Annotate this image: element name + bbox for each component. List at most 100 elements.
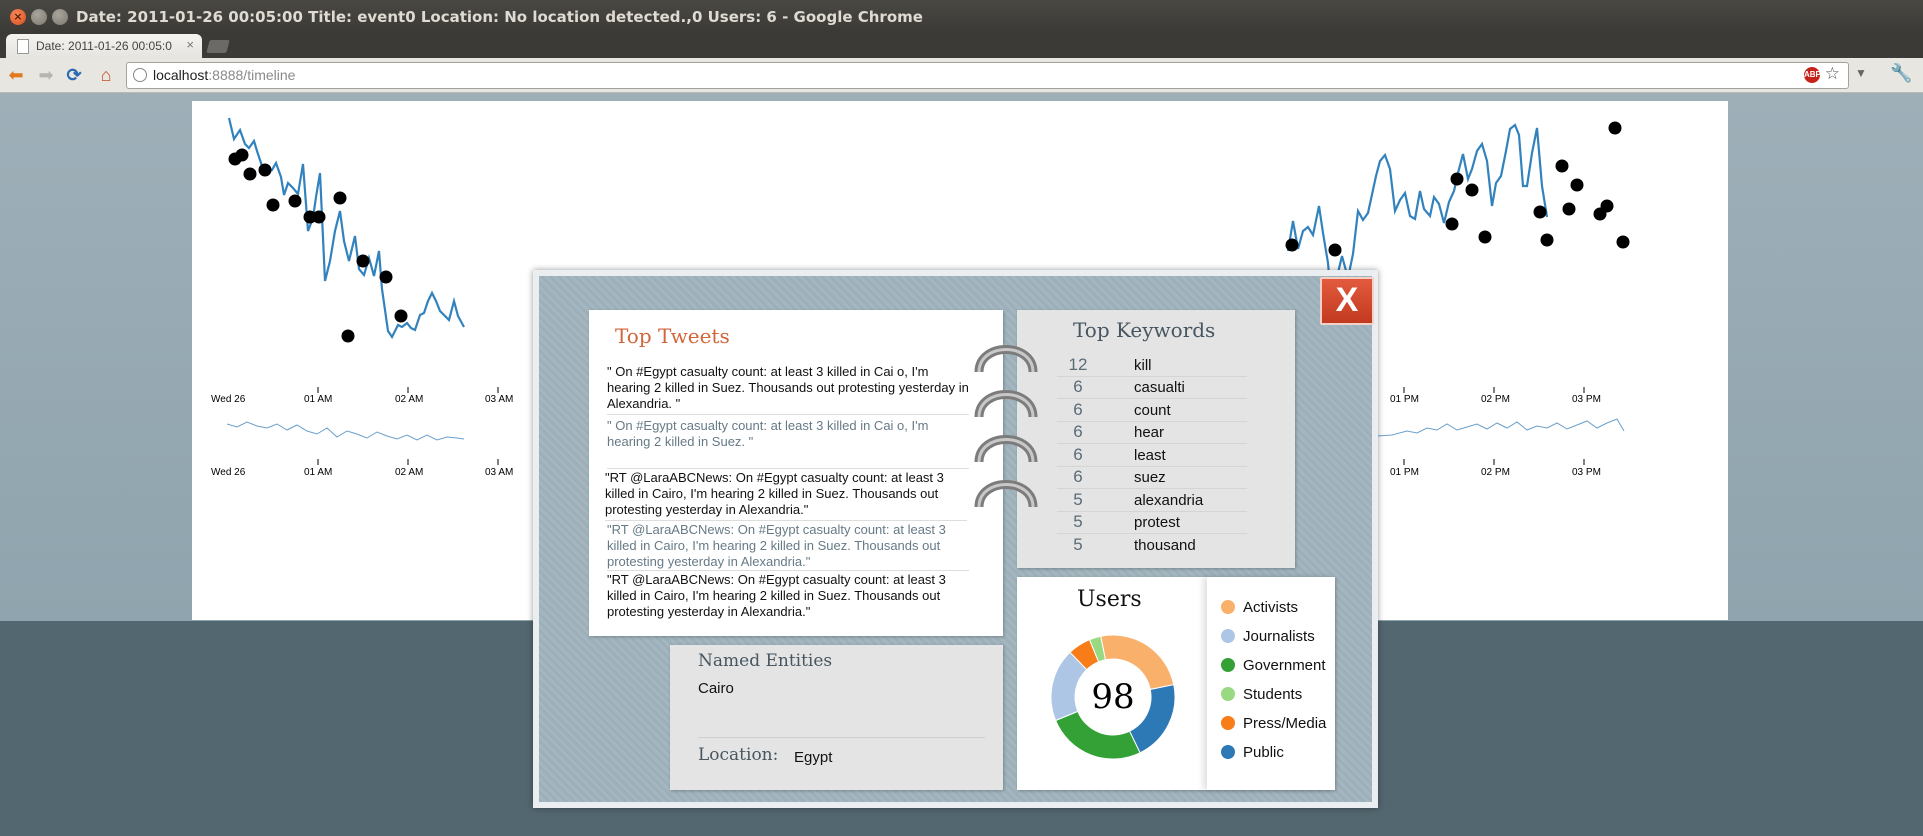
axis-tick-label: 01 AM [304,467,332,478]
timeline-dot[interactable] [1465,183,1479,197]
keyword-count: 6 [1073,377,1083,396]
tweet-item[interactable]: "RT @LaraABCNews: On #Egypt casualty cou… [607,522,969,571]
legend-item: Press/Media [1221,715,1326,735]
timeline-dot[interactable] [243,167,257,181]
legend-item: Activists [1221,599,1298,619]
users-donut-chart: 98 [1050,634,1176,760]
timeline-dot[interactable] [1570,178,1584,192]
donut-slice[interactable] [1054,710,1141,760]
forward-arrow-icon[interactable]: ➡ [34,63,58,87]
window-title: Date: 2011-01-26 00:05:00 Title: event0 … [76,8,923,26]
axis-tick-label: 03 AM [485,467,513,478]
close-popup-button[interactable]: X [1320,277,1374,325]
window-minimize-button[interactable] [31,9,47,25]
timeline-dot[interactable] [1328,243,1342,257]
keyword-row[interactable]: 6 count [1057,399,1247,422]
timeline-dot[interactable] [1540,233,1554,247]
top-keywords-card: Top Keywords 12 kill 6 casualti 6 count 6 he… [1017,310,1295,568]
users-card: Users 98 Activists Journalists Governmen… [1017,577,1335,790]
keyword-row[interactable]: 12 kill [1057,354,1247,377]
ring-icon [974,390,1038,418]
keyword-word: alexandria [1134,492,1204,509]
keyword-count: 6 [1073,467,1083,486]
legend-dot [1221,745,1235,759]
window-maximize-button[interactable] [52,9,68,25]
wrench-icon[interactable]: 🔧 [1890,63,1912,84]
timeline-dot[interactable] [1562,202,1576,216]
address-bar[interactable]: localhost:8888/timeline ABP ☆ [126,62,1849,89]
keyword-row[interactable]: 6 least [1057,444,1247,467]
home-icon[interactable]: ⌂ [94,63,118,87]
axis-tick-label: 01 AM [304,394,332,405]
adblock-icon[interactable]: ABP [1804,67,1821,83]
timeline-dot[interactable] [1478,230,1492,244]
keyword-word: suez [1134,469,1166,486]
bookmark-star-icon[interactable]: ☆ [1825,64,1840,84]
keyword-row[interactable]: 5 protest [1057,511,1247,534]
timeline-dot[interactable] [1608,121,1622,135]
ring-icon [974,345,1038,373]
page-menu-icon[interactable]: ▼ [1855,66,1867,80]
legend-dot [1221,600,1235,614]
legend-label: Public [1243,744,1284,761]
legend-dot [1221,716,1235,730]
url-text: localhost:8888/timeline [153,67,295,83]
named-entities-card: Named Entities Cairo Location: Egypt [670,645,1003,790]
timeline-dot[interactable] [1533,205,1547,219]
globe-icon [133,68,147,82]
legend-label: Government [1243,657,1326,674]
tweet-item[interactable]: "RT @LaraABCNews: On #Egypt casualty cou… [605,470,967,521]
timeline-dot[interactable] [266,198,280,212]
keyword-count: 5 [1073,535,1083,554]
axis-tick-label: 02 AM [395,394,423,405]
timeline-dot[interactable] [258,163,272,177]
axis-tick-label: 01 PM [1390,394,1419,405]
browser-tab[interactable]: Date: 2011-01-26 00:05:0 × [6,34,202,58]
keyword-row[interactable]: 5 thousand [1057,534,1247,556]
timeline-dot[interactable] [1616,235,1630,249]
keyword-row[interactable]: 6 casualti [1057,376,1247,399]
tweet-item[interactable]: " On #Egypt casualty count: at least 3 k… [607,418,969,469]
keyword-word: kill [1134,357,1152,374]
timeline-dot[interactable] [1450,172,1464,186]
legend-dot [1221,629,1235,643]
tweet-item[interactable]: "RT @LaraABCNews: On #Egypt casualty cou… [607,572,969,622]
timeline-dot[interactable] [235,148,249,162]
tab-close-icon[interactable]: × [186,37,194,52]
named-entity-item[interactable]: Cairo [698,680,734,697]
timeline-dot[interactable] [1600,199,1614,213]
notebook-rings [973,336,1043,516]
back-arrow-icon[interactable]: ⬅ [4,63,28,87]
users-legend: Activists Journalists Government Student… [1207,577,1335,790]
timeline-dot[interactable] [341,329,355,343]
timeline-dot[interactable] [1555,159,1569,173]
timeline-dot[interactable] [356,254,370,268]
browser-toolbar: ⬅ ➡ ⟳ ⌂ localhost:8888/timeline ABP ☆ ▼ … [0,58,1923,93]
donut-slice[interactable] [1128,684,1176,754]
keyword-row[interactable]: 6 hear [1057,421,1247,444]
tweet-item[interactable]: " On #Egypt casualty count: at least 3 k… [607,364,969,415]
keyword-row[interactable]: 6 suez [1057,466,1247,489]
location-label: Location: [698,745,779,765]
timeline-dot[interactable] [312,210,326,224]
reload-icon[interactable]: ⟳ [62,63,86,87]
axis-tick-label: 02 PM [1481,467,1510,478]
timeline-dot[interactable] [333,191,347,205]
ring-icon [974,435,1038,463]
timeline-dot[interactable] [288,194,302,208]
location-value: Egypt [794,749,833,766]
timeline-dot[interactable] [394,309,408,323]
timeline-dot[interactable] [1285,238,1299,252]
window-close-button[interactable]: × [10,9,26,25]
timeline-dot[interactable] [1445,217,1459,231]
keyword-row[interactable]: 5 alexandria [1057,489,1247,512]
keyword-word: protest [1134,514,1180,531]
new-tab-button[interactable] [206,40,230,53]
axis-tick-label: 02 PM [1481,394,1510,405]
axis-tick-label: 02 AM [395,467,423,478]
legend-item: Journalists [1221,628,1315,648]
keyword-count: 6 [1073,445,1083,464]
timeline-dot[interactable] [379,270,393,284]
ring-icon [974,480,1038,508]
keyword-count: 6 [1073,400,1083,419]
